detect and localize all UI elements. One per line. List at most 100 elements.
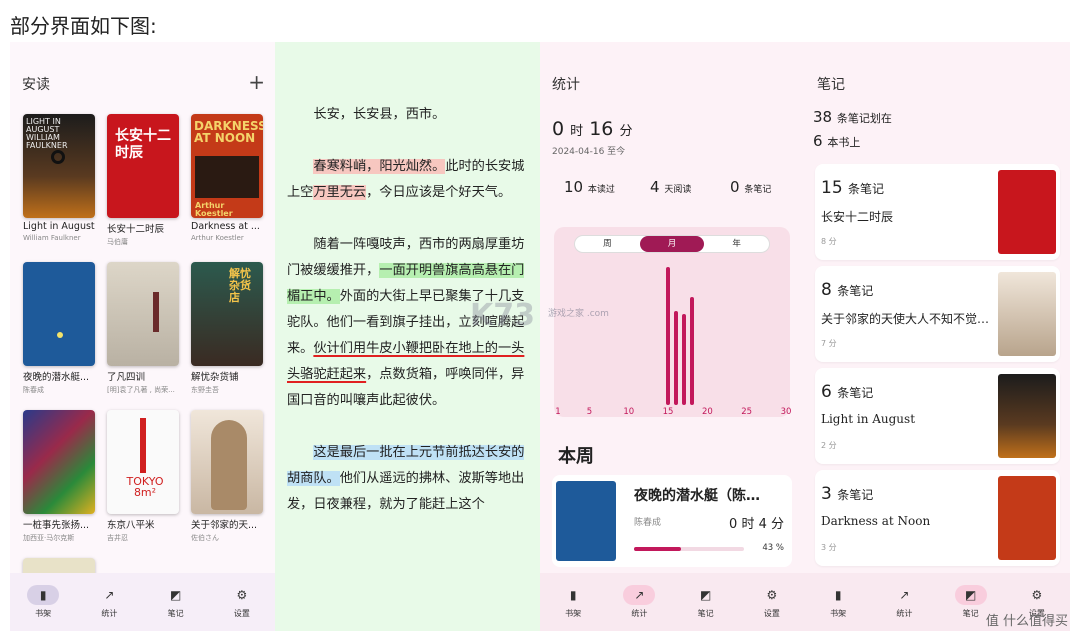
book-item[interactable]: 长安十二时辰 长安十二时辰 马伯庸: [107, 114, 179, 247]
book-title: 了凡四训: [107, 372, 146, 383]
note-count: 15 条笔记: [821, 178, 884, 198]
add-book-button[interactable]: +: [248, 70, 265, 94]
progress-bar: [634, 547, 744, 551]
nav-shelf[interactable]: ▮ 书架: [548, 585, 598, 619]
read-count: 10 本读过: [564, 178, 615, 196]
book-cover: [998, 272, 1056, 356]
cover-text: 长安十二时辰: [115, 128, 171, 161]
chart-bar: [689, 297, 694, 405]
nav-stats[interactable]: ↗ 统计: [879, 585, 929, 619]
recent-book-card[interactable]: 夜晚的潜水艇（陈… 陈春成 0 时 4 分 43 %: [552, 475, 792, 567]
period-selector: 周 月 年: [574, 235, 770, 253]
book-item[interactable]: 一桩事先张扬... 加西亚·马尔克斯: [23, 410, 95, 543]
nav-shelf[interactable]: ▮ 书架: [18, 585, 68, 619]
total-label: 条笔记划在: [836, 112, 892, 125]
stats-screen: 统计 0 时 16 分 2024-04-16 至今 10 本读过 4 天阅读 0…: [540, 42, 805, 631]
watermark-sub: 游戏之家 .com: [548, 309, 609, 319]
total-time: 0 时 16 分: [552, 118, 632, 140]
text-span: 长安，长安县，西市。: [313, 107, 446, 122]
book-title: 关于邻家的天...: [191, 520, 258, 531]
tab-week[interactable]: 周: [575, 236, 640, 252]
cover-author-text: Arthur Koestler: [195, 201, 233, 218]
minutes-unit: 分: [619, 124, 633, 139]
nav-settings[interactable]: ⚙ 设置: [747, 585, 797, 619]
note-icon: ◩: [169, 588, 182, 602]
book-title: 解忧杂货铺: [191, 372, 239, 383]
days-label: 天阅读: [664, 185, 692, 195]
book-title: 夜晚的潜水艇...: [23, 372, 90, 383]
note-count: 3 条笔记: [821, 484, 873, 504]
days-value: 4: [650, 178, 660, 196]
highlight-red[interactable]: 万里无云: [313, 185, 367, 200]
book-author: 佐伯さん: [191, 534, 219, 542]
nav-label: 书架: [830, 609, 847, 618]
book-author: 吉井忍: [107, 534, 128, 542]
count-value: 6: [821, 382, 832, 402]
nav-notes[interactable]: ◩ 笔记: [151, 585, 201, 619]
book-author: William Faulkner: [23, 234, 81, 242]
book-cover: 解忧杂货店: [191, 262, 263, 366]
book-author: 马伯庸: [107, 238, 128, 246]
book-author: 东野圭吾: [191, 386, 219, 394]
book-cover: TOKYO 8m²: [107, 410, 179, 514]
book-cover: [556, 481, 616, 561]
nav-stats[interactable]: ↗ 统计: [84, 585, 134, 619]
note-time: 8 分: [821, 237, 837, 246]
count-value: 8: [821, 280, 832, 300]
note-card[interactable]: 3 条笔记 Darkness at Noon 3 分: [815, 470, 1060, 566]
bookshelf-icon: ▮: [834, 588, 842, 602]
corner-brand: 值 什么值得买: [985, 614, 1068, 629]
book-title: 一桩事先张扬...: [23, 520, 90, 531]
text-span: ，今日应该是个好天气。: [366, 185, 512, 200]
book-title: 东京八平米: [107, 520, 155, 531]
book-item[interactable]: 关于邻家的天... 佐伯さん: [191, 410, 263, 543]
book-item[interactable]: DARKNESS AT NOON Arthur Koestler Darknes…: [191, 114, 263, 242]
cover-text: 解忧杂货店: [229, 267, 251, 305]
tab-year[interactable]: 年: [704, 236, 769, 252]
book-author: [明]袁了凡著 , 尚荣...: [107, 386, 175, 394]
book-cover: LIGHT IN AUGUST WILLIAM FAULKNER: [23, 114, 95, 218]
nav-settings[interactable]: ⚙ 设置: [217, 585, 267, 619]
tab-month[interactable]: 月: [639, 236, 705, 252]
notes-title: 笔记: [817, 77, 845, 93]
book-cover: [23, 410, 95, 514]
book-author: Arthur Koestler: [191, 234, 244, 242]
book-item[interactable]: 夜晚的潜水艇... 陈春成: [23, 262, 95, 395]
books-label: 本书上: [827, 136, 861, 149]
count-label: 条笔记: [837, 386, 874, 400]
note-card[interactable]: 8 条笔记 关于邻家的天使大人不知不觉… 7 分: [815, 266, 1060, 362]
nav-label: 统计: [896, 609, 913, 618]
count-label: 条笔记: [837, 284, 874, 298]
reader-screen: 长安，长安县，西市。 春寒料峭，阳光灿然。此时的长安城上空万里无云，今日应该是个…: [275, 42, 540, 631]
book-item[interactable]: 解忧杂货店 解忧杂货铺 东野圭吾: [191, 262, 263, 395]
read-count-label: 本读过: [587, 185, 615, 195]
nav-label: 笔记: [167, 609, 184, 618]
book-item[interactable]: 了凡四训 [明]袁了凡著 , 尚荣...: [107, 262, 179, 395]
note-card[interactable]: 6 条笔记 Light in August 2 分: [815, 368, 1060, 464]
book-title: Light in August: [23, 221, 95, 232]
nav-stats[interactable]: ↗ 统计: [614, 585, 664, 619]
progress-percent: 43 %: [762, 543, 784, 553]
book-read-time: 0 时 4 分: [729, 517, 784, 532]
book-cover: [998, 476, 1056, 560]
nav-shelf[interactable]: ▮ 书架: [813, 585, 863, 619]
highlight-red[interactable]: 春寒料峭，阳光灿然。: [313, 159, 446, 174]
book-item[interactable]: TOKYO 8m² 东京八平米 吉井忍: [107, 410, 179, 543]
trend-icon: ↗: [899, 588, 910, 602]
cover-text: LIGHT IN AUGUST WILLIAM FAULKNER: [26, 117, 68, 150]
notes-count: 0 条笔记: [730, 178, 771, 196]
notes-books: 6 本书上: [813, 132, 860, 150]
chart-bar: [666, 267, 671, 405]
bookshelf-icon: ▮: [27, 585, 60, 605]
paragraph: 长安，长安县，西市。: [287, 102, 532, 128]
book-cover: [998, 170, 1056, 254]
book-item[interactable]: LIGHT IN AUGUST WILLIAM FAULKNER Light i…: [23, 114, 95, 242]
watermark-logo: K73: [470, 298, 535, 333]
x-tick-label: 1: [555, 407, 561, 417]
notes-value: 0: [730, 178, 740, 196]
note-card[interactable]: 15 条笔记 长安十二时辰 8 分: [815, 164, 1060, 260]
reading-days: 4 天阅读: [650, 178, 691, 196]
gear-icon: ⚙: [236, 588, 248, 602]
nav-notes[interactable]: ◩ 笔记: [681, 585, 731, 619]
chart-bar: [681, 313, 686, 405]
